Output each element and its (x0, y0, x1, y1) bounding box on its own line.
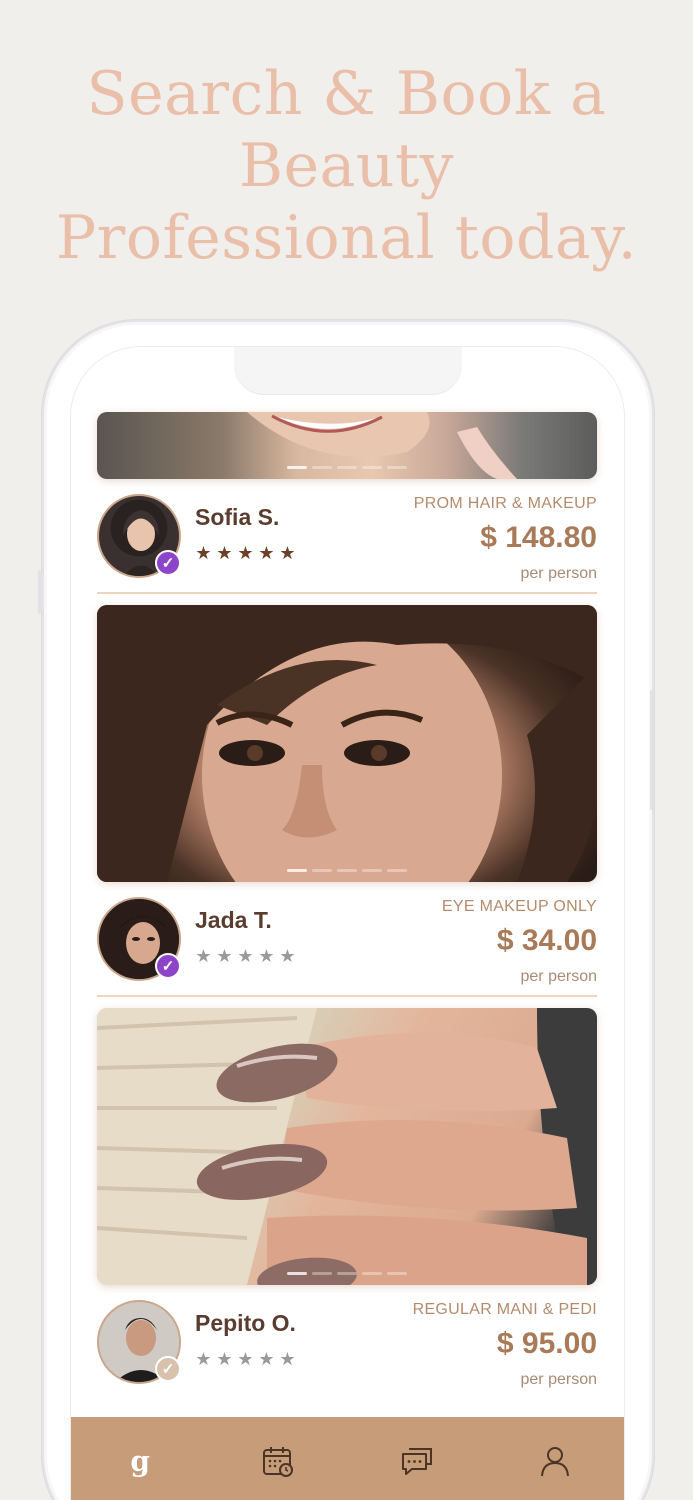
headline-line-1: Search & Book a (86, 59, 607, 129)
photo-pagination (97, 869, 597, 872)
photo-detail (97, 605, 597, 882)
headline: Search & Book a Beauty Professional toda… (0, 58, 693, 274)
star-icon: ★ (237, 543, 254, 563)
price-unit: per person (520, 565, 598, 582)
star-icon: ★ (258, 946, 275, 966)
star-icon: ★ (279, 1349, 296, 1369)
price-unit: per person (520, 968, 598, 985)
tab-home[interactable]: g (110, 1439, 170, 1483)
messages-icon (401, 1448, 432, 1475)
verified-badge-icon: ✓ (155, 1356, 181, 1382)
tab-messages[interactable] (387, 1439, 447, 1483)
star-icon: ★ (279, 946, 296, 966)
rating-stars: ★ ★ ★ ★ ★ (195, 947, 296, 965)
price-unit: per person (520, 1371, 598, 1388)
photo-pagination (97, 1272, 597, 1275)
star-icon: ★ (216, 946, 233, 966)
divider (97, 592, 597, 594)
photo-pagination (97, 466, 597, 469)
star-icon: ★ (195, 1349, 212, 1369)
listing-photo[interactable] (97, 412, 597, 479)
headline-line-2: Beauty (238, 131, 455, 201)
provider-name[interactable]: Pepito O. (195, 1310, 296, 1337)
star-icon: ★ (195, 946, 212, 966)
profile-icon (540, 1447, 569, 1477)
service-name: REGULAR MANI & PEDI (412, 1301, 597, 1318)
listing-photo[interactable] (97, 605, 597, 882)
phone-notch (234, 347, 462, 395)
star-icon: ★ (237, 1349, 254, 1369)
photo-detail (97, 1008, 597, 1285)
star-icon: ★ (237, 946, 254, 966)
price: $ 95.00 (496, 1327, 597, 1360)
phone-side-button (650, 690, 654, 810)
service-name: PROM HAIR & MAKEUP (413, 495, 597, 512)
star-icon: ★ (216, 1349, 233, 1369)
listing-photo[interactable] (97, 1008, 597, 1285)
calendar-icon (263, 1447, 294, 1477)
headline-line-3: Professional today. (55, 203, 638, 273)
tab-bar: g (71, 1417, 624, 1500)
provider-name[interactable]: Sofia S. (195, 504, 279, 531)
star-icon: ★ (258, 543, 275, 563)
brand-home-icon: g (130, 1444, 150, 1478)
divider (97, 995, 597, 997)
rating-stars: ★ ★ ★ ★ ★ (195, 1350, 296, 1368)
tab-bookings[interactable] (248, 1439, 308, 1483)
verified-badge-icon: ✓ (155, 550, 181, 576)
tab-profile[interactable] (525, 1439, 585, 1483)
price: $ 34.00 (496, 924, 597, 957)
provider-name[interactable]: Jada T. (195, 907, 272, 934)
verified-badge-icon: ✓ (155, 953, 181, 979)
price: $ 148.80 (480, 521, 597, 554)
phone-side-button (38, 570, 42, 614)
star-icon: ★ (216, 543, 233, 563)
service-name: EYE MAKEUP ONLY (441, 898, 597, 915)
rating-stars: ★ ★ ★ ★ ★ (195, 544, 296, 562)
star-icon: ★ (258, 1349, 275, 1369)
star-icon: ★ (195, 543, 212, 563)
star-icon: ★ (279, 543, 296, 563)
app-screen: ✓ Sofia S. ★ ★ ★ ★ ★ PROM HAIR & MAKEUP $ 14… (71, 347, 624, 1500)
